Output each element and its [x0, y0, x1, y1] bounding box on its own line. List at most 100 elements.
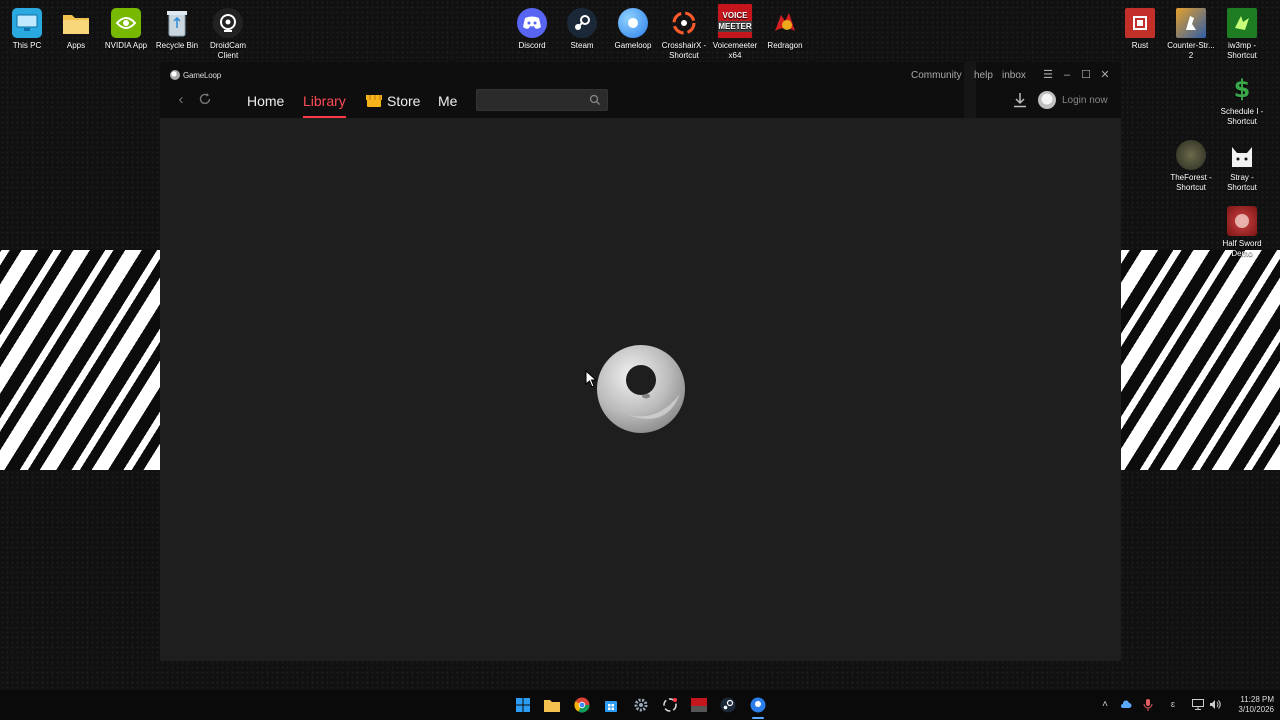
desktop-icon-counter-strike[interactable]: Counter-Str... 2 — [1164, 8, 1218, 61]
desktop-icon-gameloop[interactable]: Gameloop — [606, 8, 660, 51]
tab-me[interactable]: Me — [438, 93, 457, 109]
menu-button[interactable]: ☰ — [1041, 69, 1055, 81]
minimize-icon: – — [1063, 69, 1071, 81]
minimize-button[interactable]: – — [1060, 69, 1074, 81]
settings-icon — [634, 698, 648, 712]
tray-microphone[interactable] — [1142, 699, 1154, 714]
file-explorer-icon — [544, 700, 560, 712]
microsoft-store-icon — [605, 701, 617, 712]
download-button[interactable] — [1013, 92, 1027, 108]
tray-ime[interactable]: ɛ — [1167, 699, 1179, 709]
desktop-icon-crosshairx[interactable]: CrosshairX - Shortcut — [657, 8, 711, 61]
desktop-icon-apps[interactable]: Apps — [49, 8, 103, 51]
tray-network-app[interactable] — [1120, 699, 1132, 712]
tray-display[interactable] — [1192, 699, 1204, 713]
close-icon: ✕ — [1100, 69, 1110, 81]
voicemeeter-icon — [691, 698, 707, 712]
steam-icon — [567, 8, 597, 38]
inbox-link[interactable]: inbox — [1002, 70, 1026, 81]
gameloop-icon — [618, 8, 648, 38]
voicemeeter-icon: VOICE MEETER — [718, 4, 752, 38]
desktop-icon-droidcam[interactable]: DroidCam Client — [201, 8, 255, 61]
iw3mp-icon — [1227, 8, 1257, 38]
half-sword-icon — [1227, 206, 1257, 236]
gameloop-logo-icon — [170, 70, 180, 80]
download-icon — [1014, 93, 1026, 108]
the-forest-icon — [1176, 140, 1206, 170]
cloud-icon — [1121, 700, 1132, 708]
taskbar-voicemeeter[interactable] — [690, 696, 708, 714]
back-button[interactable]: ‹ — [173, 92, 189, 108]
desktop-icon-the-forest[interactable]: TheForest - Shortcut — [1164, 140, 1218, 193]
crosshair-icon — [669, 8, 699, 38]
refresh-button[interactable] — [197, 92, 213, 108]
loading-spinner-logo — [597, 345, 685, 433]
zebra-wallpaper-right — [1121, 250, 1280, 470]
windows-start-icon — [516, 698, 530, 712]
active-app-indicator — [752, 717, 764, 719]
taskbar-steam[interactable] — [719, 696, 737, 714]
login-button[interactable]: Login now — [1038, 91, 1108, 109]
community-link[interactable]: Community — [911, 70, 962, 81]
chrome-icon — [574, 697, 590, 713]
close-button[interactable]: ✕ — [1098, 69, 1112, 81]
crosshair-icon — [663, 698, 677, 712]
microphone-icon — [1143, 699, 1153, 711]
tab-library[interactable]: Library — [303, 93, 346, 118]
speaker-icon — [1210, 700, 1221, 709]
windows-start-button[interactable] — [514, 696, 532, 714]
rust-icon — [1125, 8, 1155, 38]
taskbar-gameloop[interactable] — [749, 696, 767, 714]
taskbar-chrome[interactable] — [573, 696, 591, 714]
desktop-icon-redragon[interactable]: Redragon — [758, 8, 812, 51]
desktop-icon-half-sword[interactable]: Half Sword Demo — [1215, 206, 1269, 259]
desktop-icon-discord[interactable]: Discord — [505, 8, 559, 51]
tab-store[interactable]: Store — [366, 93, 420, 109]
tab-home[interactable]: Home — [247, 93, 284, 109]
steam-icon — [720, 697, 736, 713]
taskbar-settings[interactable] — [632, 696, 650, 714]
folder-icon — [61, 8, 91, 38]
window-header: GameLoop ‹ Home Library Store Me Communi… — [160, 62, 1121, 118]
monitor-icon — [12, 8, 42, 38]
maximize-button[interactable]: ☐ — [1079, 69, 1093, 81]
mouse-cursor-icon — [585, 370, 597, 388]
store-icon — [366, 95, 382, 107]
stray-cat-icon — [1227, 140, 1257, 170]
desktop-icon-stray[interactable]: Stray - Shortcut — [1215, 140, 1269, 193]
search-icon — [589, 94, 600, 105]
gameloop-brand: GameLoop — [170, 70, 221, 80]
maximize-icon: ☐ — [1081, 69, 1091, 81]
desktop-icon-voicemeeter[interactable]: VOICE MEETER Voicemeeter x64 — [708, 4, 762, 61]
tray-volume[interactable] — [1209, 699, 1221, 713]
desktop-icon-iw3mp[interactable]: iw3mp - Shortcut — [1215, 8, 1269, 61]
taskbar-microsoft-store[interactable] — [602, 696, 620, 714]
desktop-icon-schedule-i[interactable]: $ Schedule I - Shortcut — [1215, 74, 1269, 127]
tray-overflow-button[interactable]: ˄ — [1099, 699, 1111, 710]
gameloop-icon — [750, 697, 766, 713]
taskbar-file-explorer[interactable] — [543, 696, 561, 714]
counter-strike-icon — [1176, 8, 1206, 38]
chevron-up-icon: ˄ — [1102, 699, 1108, 710]
nvidia-icon — [111, 8, 141, 38]
desktop-icon-recycle-bin[interactable]: Recycle Bin — [150, 8, 204, 51]
desktop-icon-this-pc[interactable]: This PC — [0, 8, 54, 51]
desktop-icon-nvidia-app[interactable]: NVIDIA App — [99, 8, 153, 51]
taskbar: ˄ ɛ 11:28 PM 3/10/2026 — [0, 690, 1280, 720]
discord-icon — [517, 8, 547, 38]
chevron-left-icon: ‹ — [178, 91, 184, 108]
hamburger-menu-icon: ☰ — [1043, 69, 1053, 81]
taskbar-clock[interactable]: 11:28 PM 3/10/2026 — [1226, 695, 1274, 715]
avatar — [1038, 91, 1056, 109]
monitor-icon — [1192, 699, 1204, 710]
gameloop-window: GameLoop ‹ Home Library Store Me Communi… — [160, 62, 1121, 661]
schedule-icon: $ — [1227, 74, 1257, 104]
desktop-icon-steam[interactable]: Steam — [555, 8, 609, 51]
search-button[interactable] — [589, 93, 603, 107]
desktop-icon-rust[interactable]: Rust — [1113, 8, 1167, 51]
help-link[interactable]: help — [974, 70, 993, 81]
taskbar-crosshairx[interactable] — [661, 696, 679, 714]
webcam-icon — [213, 8, 243, 38]
refresh-icon — [199, 93, 211, 105]
redragon-icon — [770, 8, 800, 38]
